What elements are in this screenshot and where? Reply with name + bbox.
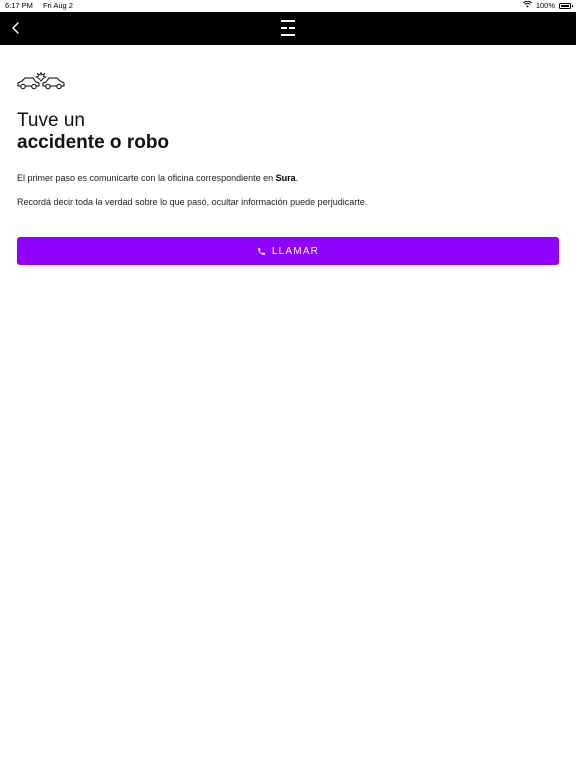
wifi-icon — [522, 0, 532, 12]
status-time: 6:17 PM — [5, 1, 33, 10]
insurer-name: Sura — [275, 173, 296, 183]
navigation-bar — [0, 12, 576, 45]
battery-icon — [559, 3, 573, 9]
back-button[interactable] — [8, 20, 24, 36]
brand-logo-icon — [280, 19, 296, 37]
chevron-left-icon — [12, 22, 19, 34]
instruction-text: El primer paso es comunicarte con la ofi… — [17, 173, 276, 183]
page-title: Tuve un accidente o robo — [17, 110, 169, 154]
call-button-label: LLAMAR — [271, 245, 320, 257]
battery-fill — [561, 5, 569, 7]
car-crash-icon — [17, 71, 65, 92]
battery-percentage: 100% — [535, 1, 555, 10]
status-date: Fri Aug 2 — [42, 1, 73, 10]
instruction-paragraph: El primer paso es comunicarte con la ofi… — [17, 172, 298, 184]
page-title-line-2: accidente o robo — [17, 132, 170, 153]
honesty-reminder: Recordá decir toda la verdad sobre lo qu… — [17, 197, 368, 207]
phone-icon — [258, 247, 265, 255]
page-title-line-1: Tuve un — [17, 110, 85, 131]
instruction-period: . — [295, 173, 299, 183]
status-bar: 6:17 PM Fri Aug 2 100% — [0, 0, 576, 12]
call-button[interactable]: LLAMAR — [17, 237, 559, 265]
